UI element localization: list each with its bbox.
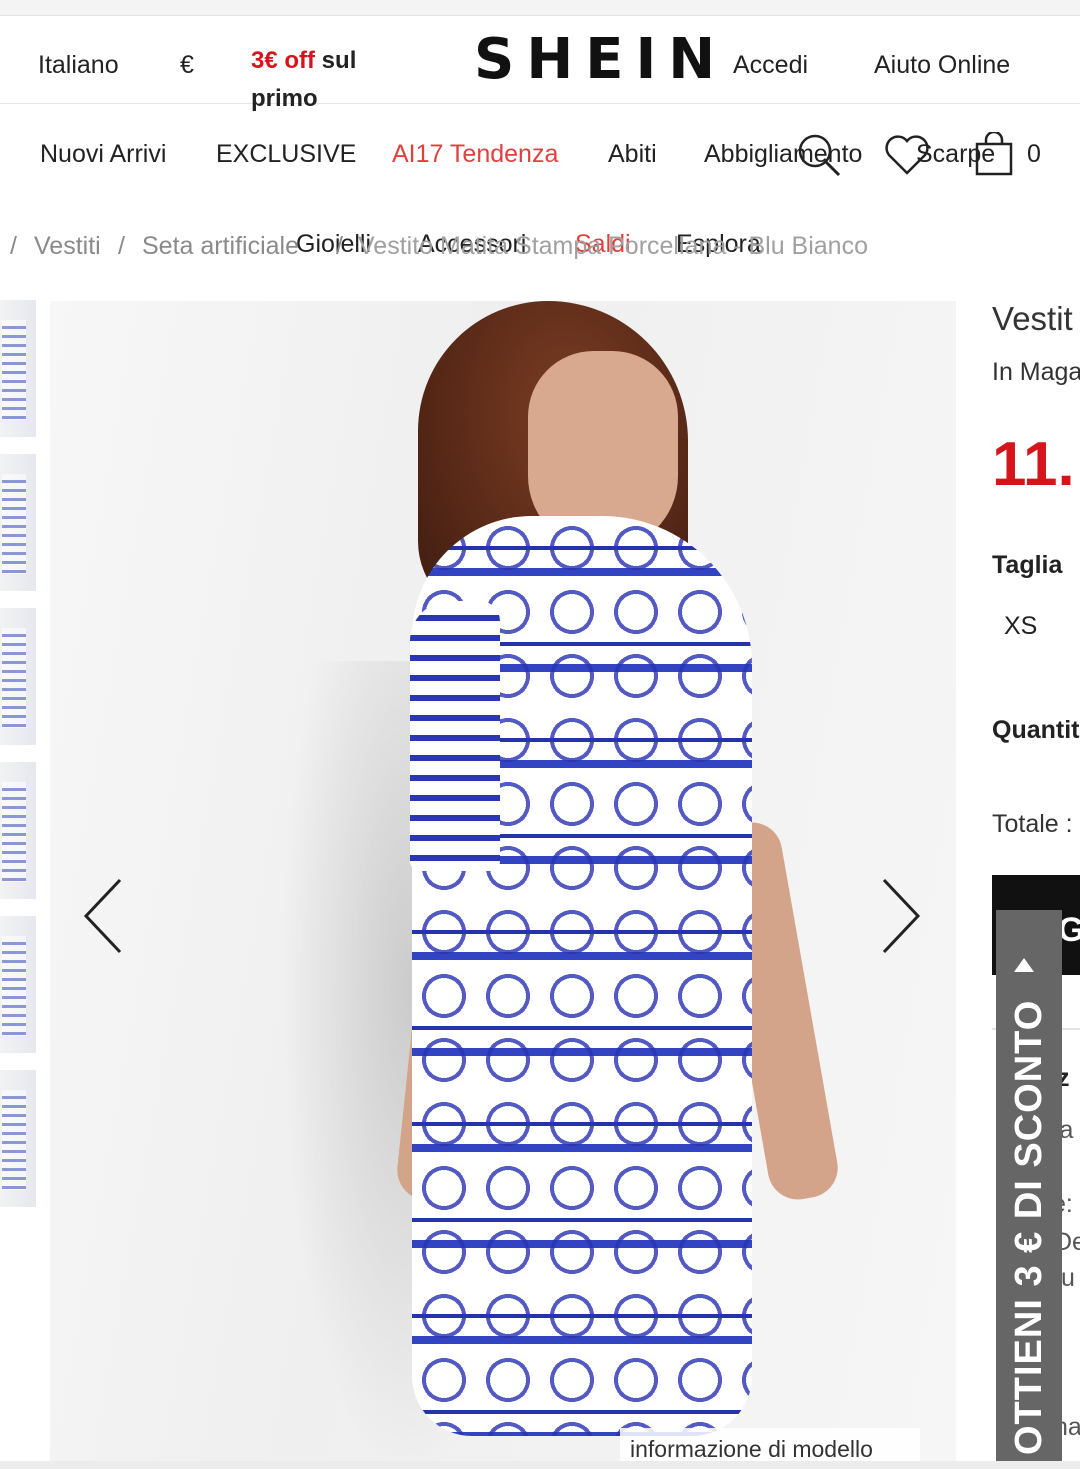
quantity-label: Quantit [992, 716, 1080, 744]
thumbnail-2[interactable] [0, 454, 36, 592]
wishlist-heart-icon[interactable] [884, 134, 930, 176]
nav-item-new-arrivals[interactable]: Nuovi Arrivi [40, 142, 166, 167]
shein-logo[interactable]: SHEIN [474, 32, 727, 88]
product-price: 11. [992, 430, 1075, 499]
thumbnail-3[interactable] [0, 608, 36, 746]
browser-top-strip [0, 0, 1080, 16]
product-main-image[interactable] [50, 301, 956, 1461]
dress-sleeve [410, 601, 500, 871]
thumbnail-5[interactable] [0, 916, 36, 1054]
breadcrumb-item-dresses[interactable]: Vestiti [34, 234, 101, 259]
site-header: Italiano € 3€ off sul primo SHEIN Accedi… [0, 16, 1080, 112]
nav-item-trend[interactable]: AI17 Tendenza [392, 142, 558, 167]
shopping-bag-icon[interactable] [974, 132, 1014, 176]
cart-count[interactable]: 0 [1027, 142, 1041, 167]
breadcrumb-separator: / [118, 232, 125, 260]
help-link[interactable]: Aiuto Online [874, 53, 1010, 78]
size-label: Taglia [992, 551, 1063, 579]
thumbnail-1[interactable] [0, 300, 36, 438]
bottom-strip [0, 1461, 1080, 1469]
language-selector[interactable]: Italiano [38, 53, 119, 78]
prev-image-arrow-icon[interactable] [80, 876, 130, 956]
search-icon[interactable] [796, 132, 842, 178]
stock-status: In Maga [992, 358, 1080, 386]
nav-item-exclusive[interactable]: EXCLUSIVE [216, 142, 356, 167]
breadcrumb-separator: / [336, 232, 343, 260]
currency-selector[interactable]: € [180, 53, 194, 78]
login-link[interactable]: Accedi [733, 53, 808, 78]
product-title: Vestit [992, 300, 1073, 337]
discount-tab-label: OTTIENI 3 € DI SCONTO [1008, 999, 1050, 1455]
size-option-xs[interactable]: XS [1004, 614, 1037, 639]
thumbnail-6[interactable] [0, 1070, 36, 1208]
promo-highlight: 3€ off [251, 47, 316, 74]
discount-side-tab[interactable]: OTTIENI 3 € DI SCONTO [996, 910, 1062, 1469]
total-label: Totale : [992, 810, 1073, 838]
next-image-arrow-icon[interactable] [876, 876, 926, 956]
breadcrumb-item-current: Vestito Matita Stampa Porcellana - Blu B… [358, 232, 868, 260]
main-nav: Nuovi Arrivi EXCLUSIVE AI17 Tendenza Abi… [0, 104, 1080, 304]
breadcrumb-item-material[interactable]: Seta artificiale [142, 234, 299, 259]
thumbnail-4[interactable] [0, 762, 36, 900]
nav-item-dresses[interactable]: Abiti [608, 142, 657, 167]
breadcrumb-separator: / [10, 232, 17, 260]
